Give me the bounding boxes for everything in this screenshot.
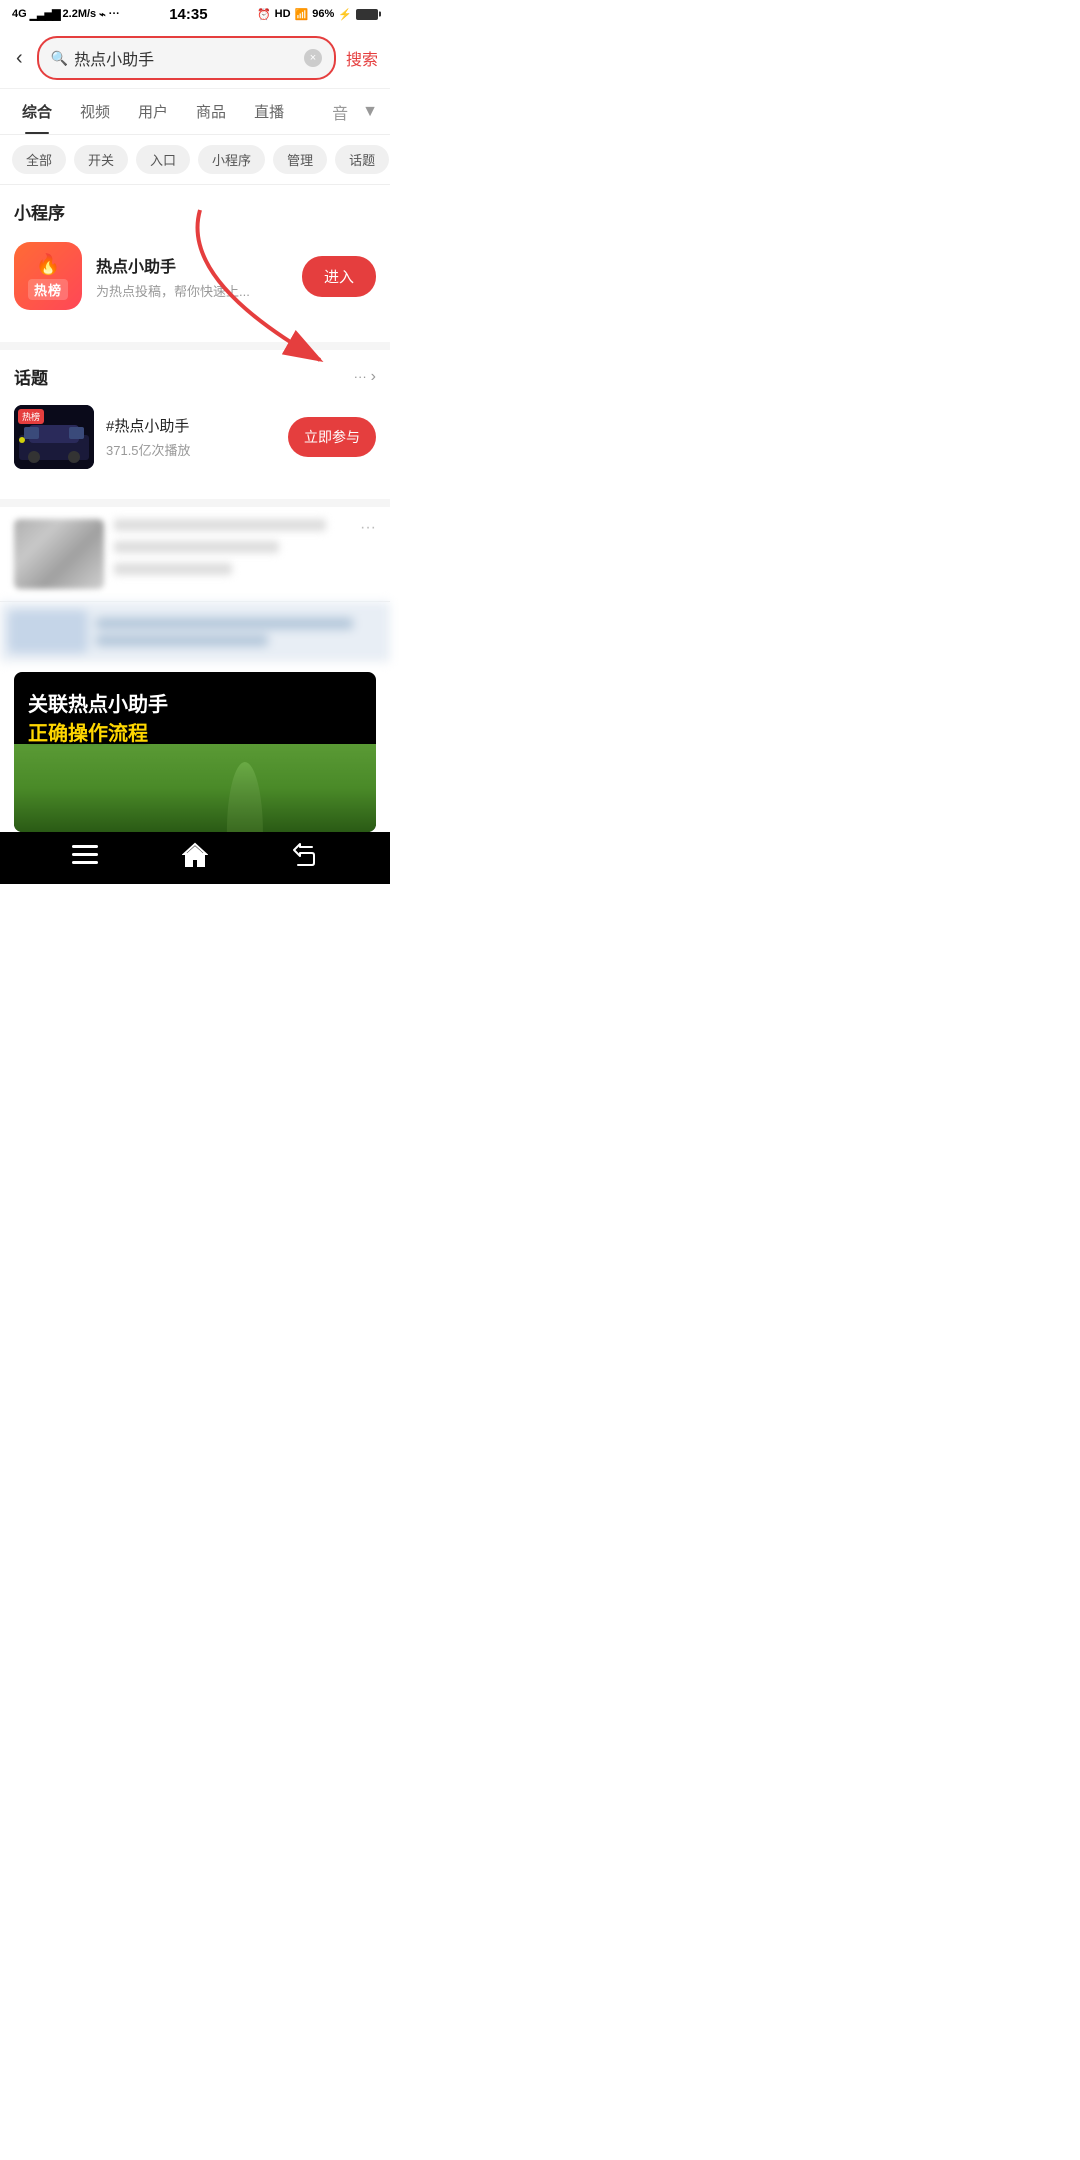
content-section: ··· 关联热点小助手 正确操作流程 xyxy=(0,507,390,832)
tab-综合[interactable]: 综合 xyxy=(8,89,66,134)
network-signal: 4G xyxy=(12,8,27,20)
bottom-nav xyxy=(0,832,390,884)
back-button[interactable]: ‹ xyxy=(12,47,27,70)
nav-menu-icon[interactable] xyxy=(56,837,114,879)
status-left: 4G ▁▃▅▇ 2.2M/s ⌁ ··· xyxy=(12,8,120,21)
battery-percent: 96% xyxy=(312,8,334,20)
filter-chip-管理[interactable]: 管理 xyxy=(273,145,327,174)
video-title-line1: 关联热点小助手 xyxy=(28,688,168,717)
nav-home-icon[interactable] xyxy=(166,834,224,882)
app-icon-inner: 🔥 热榜 xyxy=(28,252,68,300)
nature-bg xyxy=(14,744,376,832)
enter-button[interactable]: 进入 xyxy=(302,256,376,297)
network-speed: 2.2M/s xyxy=(63,8,97,20)
mini-program-section-title: 小程序 xyxy=(0,185,390,232)
app-icon: 🔥 热榜 xyxy=(14,242,82,310)
content-thumb-1 xyxy=(14,519,104,589)
usb-icon: ⌁ xyxy=(99,8,106,21)
search-box: 🔍 热点小助手 × xyxy=(37,36,336,80)
home-icon-svg xyxy=(182,842,208,868)
app-card: 🔥 热榜 热点小助手 为热点投稿，帮你快速上... 进入 xyxy=(0,232,390,320)
hd-label: HD xyxy=(275,8,291,20)
nav-back-icon[interactable] xyxy=(276,835,334,881)
filter-chip-全部[interactable]: 全部 xyxy=(12,145,66,174)
divider-1 xyxy=(0,342,390,350)
topic-section-title: 话题 xyxy=(14,364,354,389)
content-card-header-1: ··· xyxy=(14,519,376,589)
clear-icon: × xyxy=(310,52,316,64)
video-title-line2: 正确操作流程 xyxy=(28,717,168,746)
hot-list-badge: 热榜 xyxy=(18,409,44,424)
participate-button[interactable]: 立即参与 xyxy=(288,417,376,457)
alarm-icon: ⏰ xyxy=(257,8,271,21)
topic-name: #热点小助手 xyxy=(106,415,276,436)
hot-badge: 热榜 xyxy=(28,279,68,300)
search-button[interactable]: 搜索 xyxy=(346,46,378,70)
content-card-2 xyxy=(0,602,390,662)
tab-bar: 综合 视频 用户 商品 直播 音 ▼ xyxy=(0,89,390,135)
content-more-icon-1[interactable]: ··· xyxy=(360,519,376,537)
app-info: 热点小助手 为热点投稿，帮你快速上... xyxy=(96,253,288,300)
search-icon: 🔍 xyxy=(51,50,68,67)
tab-视频[interactable]: 视频 xyxy=(66,89,124,134)
flame-icon: 🔥 xyxy=(36,252,61,277)
app-name: 热点小助手 xyxy=(96,253,288,277)
filter-chip-开关[interactable]: 开关 xyxy=(74,145,128,174)
tab-filter-icon[interactable]: ▼ xyxy=(362,103,378,121)
status-time: 14:35 xyxy=(169,6,207,23)
search-input-text[interactable]: 热点小助手 xyxy=(74,46,298,70)
topic-info: #热点小助手 371.5亿次播放 xyxy=(106,415,276,459)
video-card: 关联热点小助手 正确操作流程 xyxy=(0,662,390,832)
topic-section: 话题 ··· › 热榜 #热点小助手 371.5 xyxy=(0,350,390,491)
topic-more-icon[interactable]: ··· xyxy=(354,369,367,384)
filter-chip-入口[interactable]: 入口 xyxy=(136,145,190,174)
topic-plays: 371.5亿次播放 xyxy=(106,440,276,459)
topic-next-icon[interactable]: › xyxy=(371,368,376,386)
lightning-icon: ⚡ xyxy=(338,8,352,21)
search-header: ‹ 🔍 热点小助手 × 搜索 xyxy=(0,28,390,89)
divider-2 xyxy=(0,499,390,507)
search-clear-button[interactable]: × xyxy=(304,49,322,67)
status-right: ⏰ HD 📶 96% ⚡ xyxy=(257,8,378,21)
filter-bar: 全部 开关 入口 小程序 管理 话题 xyxy=(0,135,390,185)
wifi-icon: 📶 xyxy=(295,8,309,21)
content-meta-1 xyxy=(114,519,350,575)
menu-icon-svg xyxy=(72,845,98,865)
app-desc: 为热点投稿，帮你快速上... xyxy=(96,281,288,300)
filter-chip-小程序[interactable]: 小程序 xyxy=(198,145,265,174)
dots: ··· xyxy=(109,8,120,20)
tab-直播[interactable]: 直播 xyxy=(240,89,298,134)
topic-thumbnail: 热榜 xyxy=(14,405,94,469)
back-icon-svg xyxy=(292,843,318,867)
topic-header: 话题 ··· › xyxy=(0,350,390,397)
signal-bars: ▁▃▅▇ xyxy=(30,8,60,21)
tab-商品[interactable]: 商品 xyxy=(182,89,240,134)
tab-music-icon[interactable]: 音 xyxy=(332,100,348,124)
filter-chip-话题[interactable]: 话题 xyxy=(335,145,389,174)
topic-card: 热榜 #热点小助手 371.5亿次播放 立即参与 xyxy=(0,397,390,477)
video-thumbnail: 关联热点小助手 正确操作流程 xyxy=(14,672,376,832)
content-card-1: ··· xyxy=(0,507,390,602)
mini-program-section: 小程序 🔥 热榜 热点小助手 为热点投稿，帮你快速上... 进入 xyxy=(0,185,390,334)
tab-extra-icons: 音 ▼ xyxy=(332,100,382,124)
battery-icon xyxy=(356,9,378,20)
tab-用户[interactable]: 用户 xyxy=(124,89,182,134)
status-bar: 4G ▁▃▅▇ 2.2M/s ⌁ ··· 14:35 ⏰ HD 📶 96% ⚡ xyxy=(0,0,390,28)
video-text-overlay: 关联热点小助手 正确操作流程 xyxy=(28,688,168,746)
